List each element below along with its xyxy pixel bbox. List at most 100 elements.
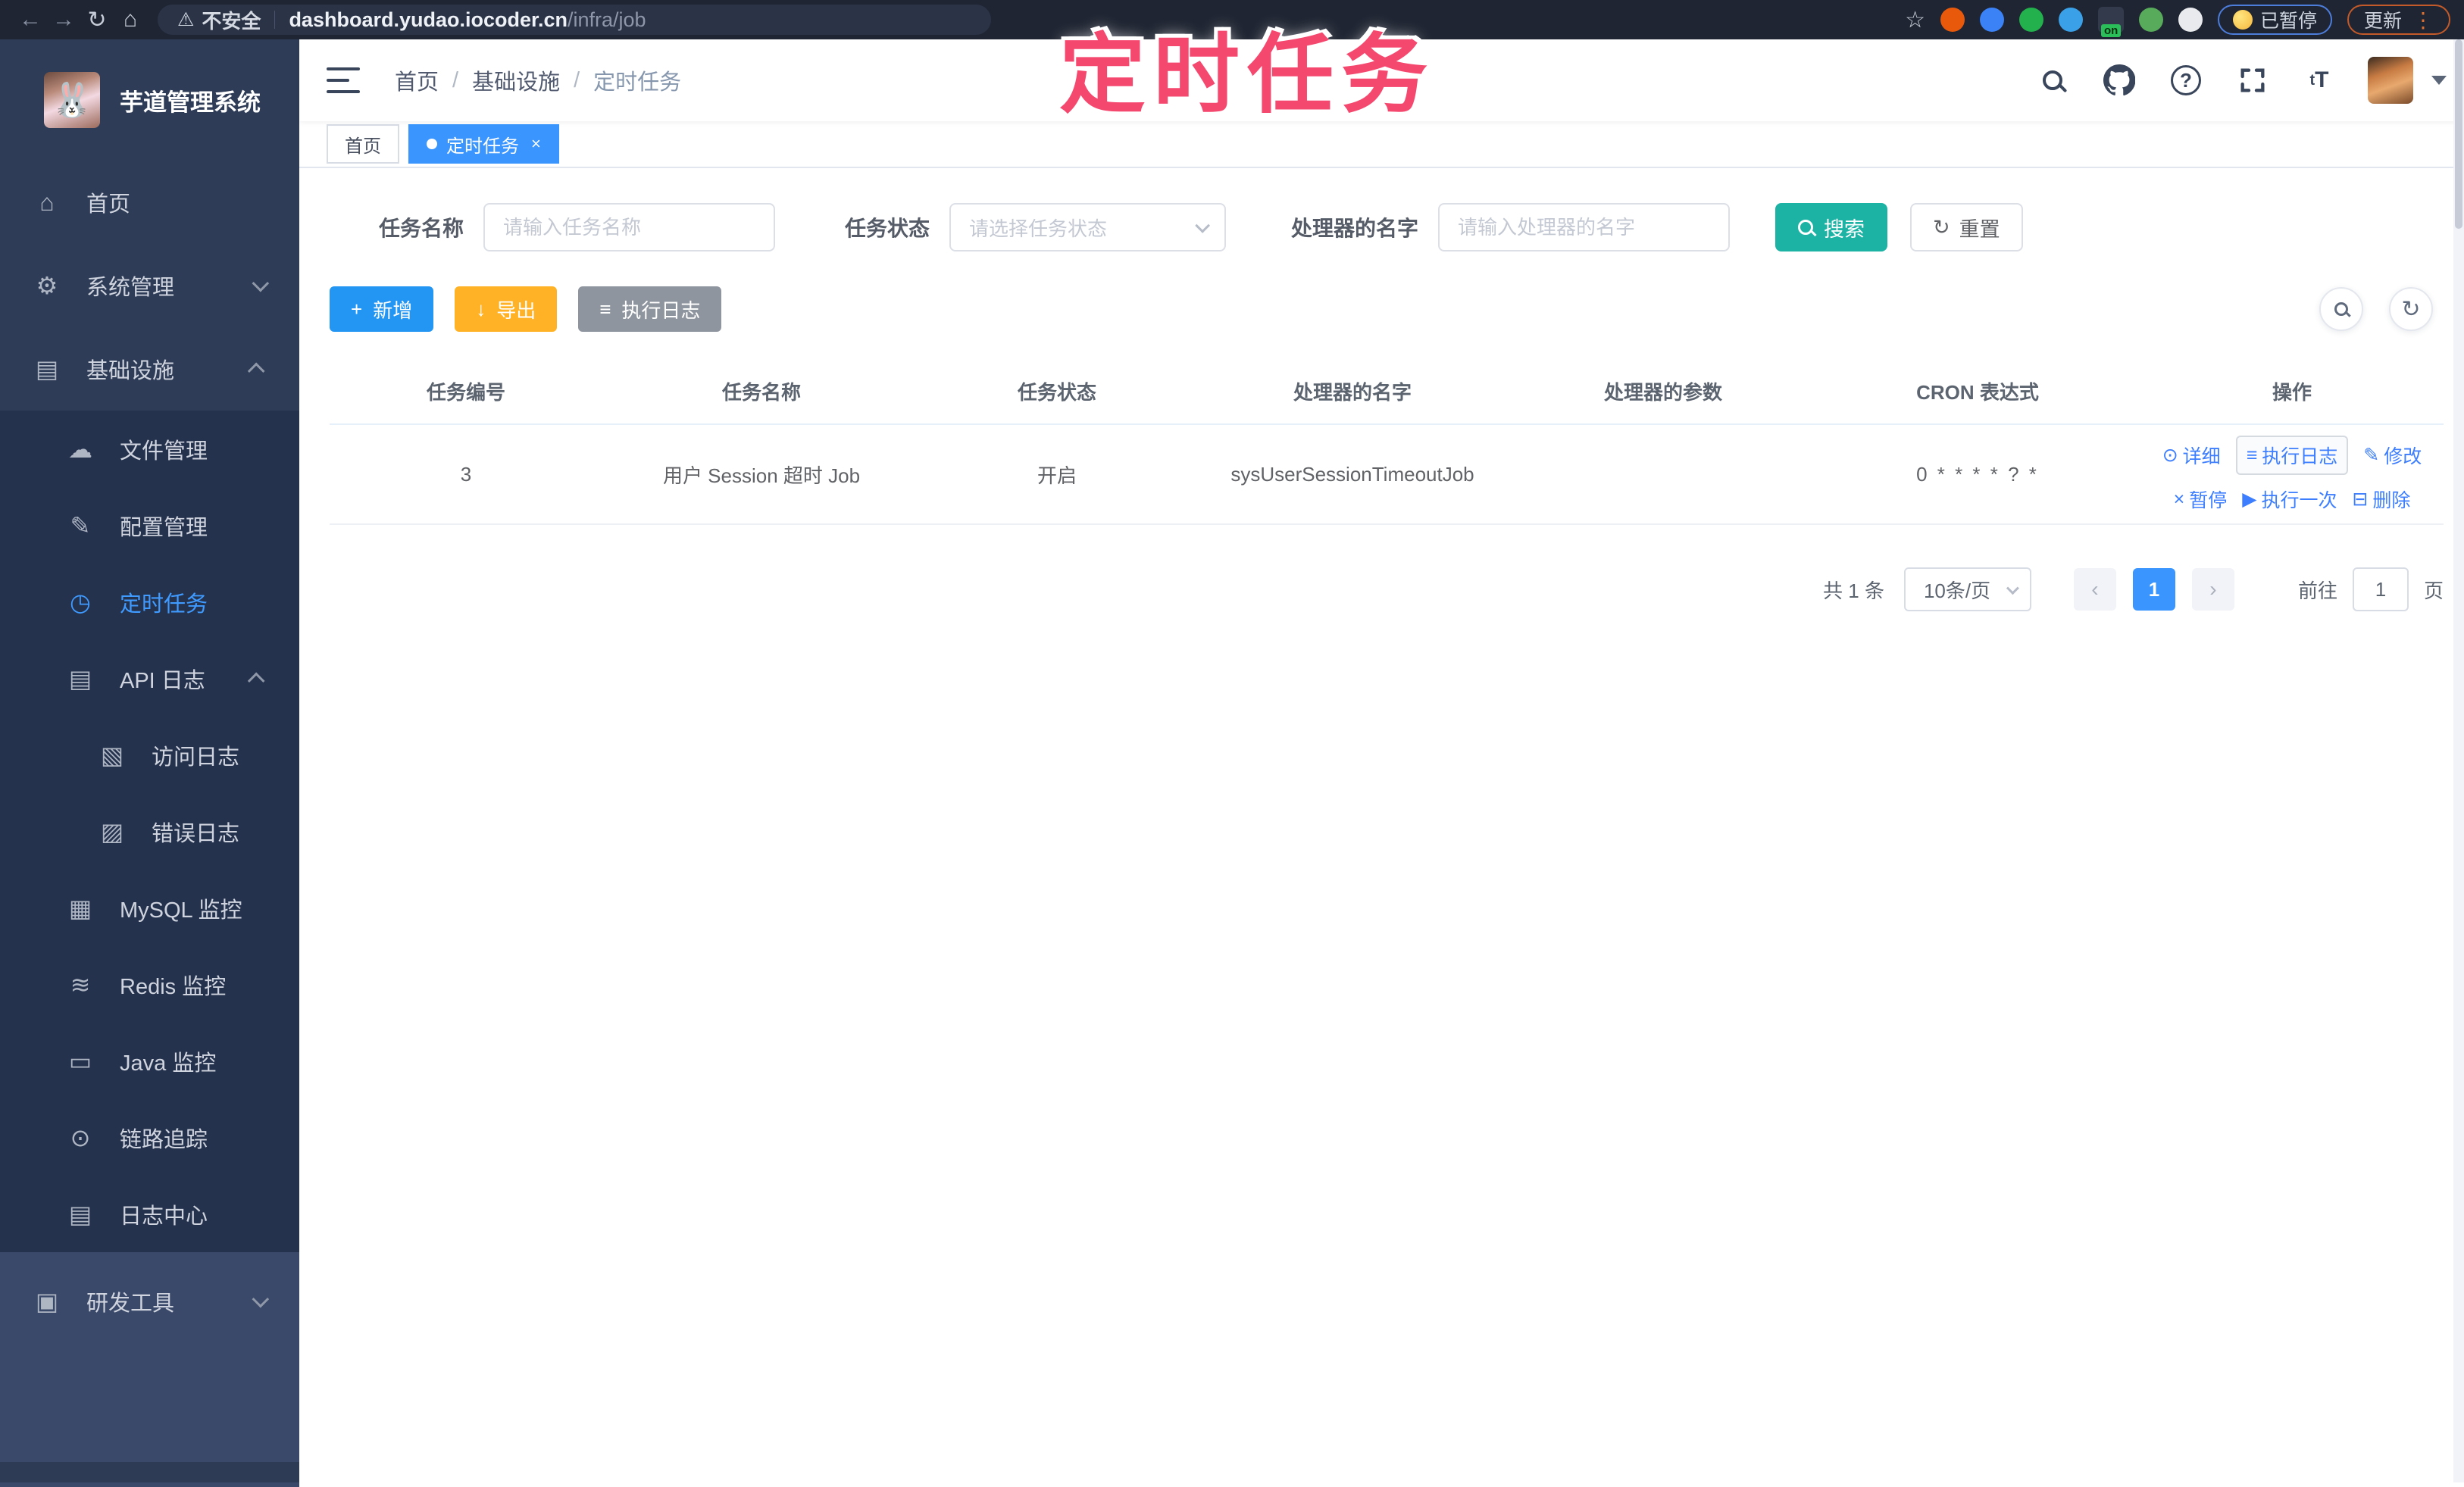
emoji-icon xyxy=(2232,10,2253,30)
sidebar-item-api-log[interactable]: ▤ API 日志 xyxy=(0,640,299,717)
sidebar-item-access-log[interactable]: ▧ 访问日志 xyxy=(0,717,299,793)
on-badge: on xyxy=(2100,24,2122,37)
run-once-link[interactable]: ▶ 执行一次 xyxy=(2242,486,2337,513)
detail-link[interactable]: ⊙ 详细 xyxy=(2162,442,2221,469)
sidebar-item-log-center[interactable]: ▤ 日志中心 xyxy=(0,1176,299,1252)
edit-link[interactable]: ✎ 修改 xyxy=(2363,442,2422,469)
extension-icon-orange[interactable] xyxy=(1940,8,1965,32)
sidebar-item-java-monitor[interactable]: ▭ Java 监控 xyxy=(0,1023,299,1099)
job-log-button[interactable]: ≡ 执行日志 xyxy=(578,286,722,332)
search-icon xyxy=(1798,220,1814,235)
page-size-select[interactable]: 10条/页 xyxy=(1903,567,2031,611)
tab-scheduled-jobs[interactable]: 定时任务 × xyxy=(408,124,559,164)
search-label: 搜索 xyxy=(1824,217,1865,241)
sidebar-item-tracing[interactable]: ⊙ 链路追踪 xyxy=(0,1099,299,1176)
sidebar-item-error-log[interactable]: ▨ 错误日志 xyxy=(0,793,299,870)
extension-icon-blue[interactable] xyxy=(1979,8,2004,32)
kebab-menu-icon[interactable]: ⋮ xyxy=(2412,8,2434,33)
font-size-icon[interactable]: tT xyxy=(2301,62,2337,98)
sidebar-item-label: 错误日志 xyxy=(152,821,240,846)
toolbox-icon: ▣ xyxy=(35,1288,59,1315)
back-icon[interactable]: ← xyxy=(14,3,47,36)
page-number-1[interactable]: 1 xyxy=(2132,568,2175,611)
github-icon[interactable] xyxy=(2101,62,2137,98)
chevron-up-icon xyxy=(247,362,265,380)
cloud-upload-icon: ☁ xyxy=(68,435,92,463)
access-log-icon: ▧ xyxy=(100,741,124,769)
sidebar-item-home[interactable]: ⌂ 首页 xyxy=(0,161,299,244)
search-icon[interactable] xyxy=(2034,62,2071,98)
extension-icon-green[interactable] xyxy=(2018,8,2043,32)
clock-icon: ◷ xyxy=(70,588,91,616)
pause-link[interactable]: × 暂停 xyxy=(2174,486,2228,513)
tab-label: 首页 xyxy=(345,136,381,157)
list-icon: ≡ xyxy=(2246,444,2258,466)
handler-name-label: 处理器的名字 xyxy=(1291,217,1419,240)
reload-icon[interactable]: ↻ xyxy=(80,3,114,36)
sidebar-item-label: 文件管理 xyxy=(120,439,208,464)
bookmark-star-icon[interactable]: ☆ xyxy=(1905,7,1925,33)
handler-name-input[interactable] xyxy=(1438,203,1731,251)
sidebar-item-devtools[interactable]: ▣ 研发工具 xyxy=(0,1260,299,1343)
sidebar-item-redis-monitor[interactable]: ≋ Redis 监控 xyxy=(0,946,299,1023)
add-button[interactable]: + 新增 xyxy=(330,286,434,332)
prev-page-button[interactable]: ‹ xyxy=(2073,568,2116,611)
breadcrumb-separator: / xyxy=(452,67,459,92)
toolbar-right-actions: ↻ xyxy=(2319,287,2433,331)
forward-icon[interactable]: → xyxy=(47,3,80,36)
delete-link[interactable]: ⊟ 删除 xyxy=(2352,486,2410,513)
user-menu-caret-icon[interactable] xyxy=(2431,76,2447,85)
sidebar-item-label: Java 监控 xyxy=(120,1051,217,1076)
goto-label: 前往 xyxy=(2297,579,2337,602)
refresh-button[interactable]: ↻ xyxy=(2389,287,2433,331)
table-header-row: 任务编号 任务名称 任务状态 处理器的名字 处理器的参数 CRON 表达式 操作 xyxy=(330,358,2444,425)
export-button[interactable]: ↓ 导出 xyxy=(455,286,558,332)
tab-home[interactable]: 首页 xyxy=(327,124,399,164)
sidebar-item-config-manage[interactable]: ✎ 配置管理 xyxy=(0,487,299,564)
reset-button[interactable]: ↻ 重置 xyxy=(1910,203,2023,251)
toggle-search-button[interactable] xyxy=(2319,287,2363,331)
job-name-input[interactable] xyxy=(483,203,776,251)
security-label[interactable]: 不安全 xyxy=(202,6,261,34)
sidebar-item-system[interactable]: ⚙ 系统管理 xyxy=(0,244,299,327)
col-actions: 操作 xyxy=(2272,381,2312,404)
sidebar-item-file-manage[interactable]: ☁ 文件管理 xyxy=(0,411,299,487)
fullscreen-icon[interactable] xyxy=(2234,62,2271,98)
address-bar[interactable]: ⚠ 不安全 dashboard.yudao.iocoder.cn /infra/… xyxy=(158,5,991,35)
scrollbar-thumb[interactable] xyxy=(2455,39,2462,229)
col-handler-param: 处理器的参数 xyxy=(1603,381,1722,404)
sidebar-item-infra[interactable]: ▤ 基础设施 xyxy=(0,327,299,411)
job-log-label: 执行日志 xyxy=(621,298,701,322)
goto-page-input[interactable] xyxy=(2352,567,2409,611)
page-scrollbar[interactable] xyxy=(2453,39,2464,1482)
breadcrumb: 首页 / 基础设施 / 定时任务 xyxy=(395,64,681,96)
page-unit-label: 页 xyxy=(2423,579,2444,602)
extension-icon-white[interactable] xyxy=(2178,8,2203,32)
paused-badge[interactable]: 已暂停 xyxy=(2217,5,2332,35)
extension-icon-leaf[interactable] xyxy=(2138,8,2163,32)
close-tab-icon[interactable]: × xyxy=(531,134,541,154)
search-icon xyxy=(2334,302,2348,316)
extension-icon-on-badge[interactable]: on xyxy=(2097,7,2124,37)
update-button[interactable]: 更新 ⋮ xyxy=(2347,5,2450,35)
breadcrumb-section[interactable]: 基础设施 xyxy=(472,64,560,96)
chevron-down-icon xyxy=(1195,217,1211,233)
goto-page-group: 前往 页 xyxy=(2298,567,2444,611)
next-page-button[interactable]: › xyxy=(2191,568,2234,611)
job-log-link[interactable]: ≡ 执行日志 xyxy=(2235,436,2349,475)
job-name-cell: 用户 Session 超时 Job xyxy=(662,464,861,487)
sidebar-item-scheduled-jobs[interactable]: ◷ 定时任务 xyxy=(0,564,299,640)
breadcrumb-home[interactable]: 首页 xyxy=(395,64,439,96)
error-log-icon: ▨ xyxy=(100,817,124,845)
collapse-menu-icon[interactable] xyxy=(327,67,360,93)
app-logo-row[interactable]: 🐰 芋道管理系统 xyxy=(0,39,299,161)
search-button[interactable]: 搜索 xyxy=(1775,203,1888,251)
user-avatar[interactable] xyxy=(2368,57,2413,104)
extension-icon-lightblue[interactable] xyxy=(2058,8,2083,32)
help-icon[interactable]: ? xyxy=(2168,62,2204,98)
job-status-select[interactable]: 请选择任务状态 xyxy=(949,203,1227,251)
sidebar-item-mysql-monitor[interactable]: ▦ MySQL 监控 xyxy=(0,870,299,946)
browser-extensions-area: ☆ on 已暂停 更新 ⋮ xyxy=(1905,5,2450,37)
sidebar-item-label: 基础设施 xyxy=(86,359,175,383)
home-icon[interactable]: ⌂ xyxy=(114,3,147,36)
